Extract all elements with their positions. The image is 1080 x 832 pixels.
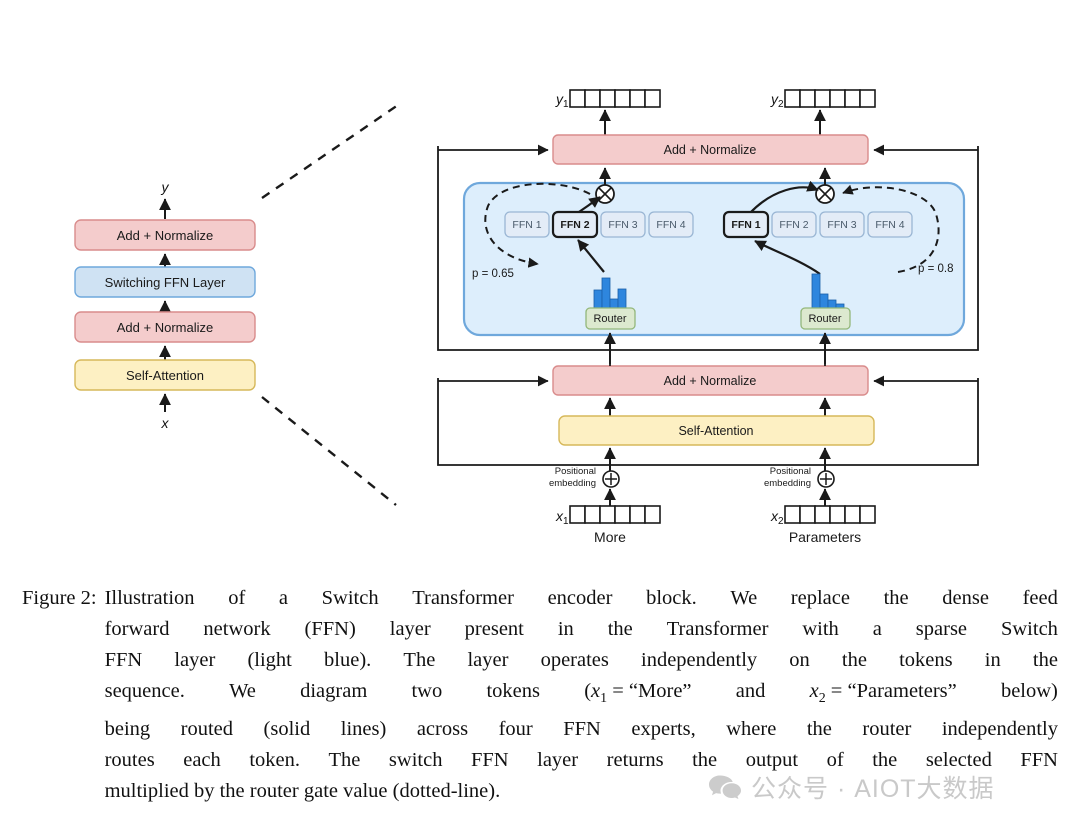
expert-right-ffn-4-label: FFN 4	[875, 219, 904, 231]
multiply-node-right	[815, 184, 835, 204]
positional-embedding-right-line2: embedding	[764, 478, 811, 489]
caption-line-7: multiplied by the router gate value (dot…	[104, 780, 501, 803]
figure-caption-body: Illustration of a Switch Transformer encoder b…	[97, 583, 1058, 807]
zoom-guide-line-top	[261, 104, 399, 199]
expert-right-ffn-2-label: FFN 2	[779, 219, 808, 231]
input-token-x1-word: More	[594, 529, 626, 545]
figure-2-illustration: y Add + Normalize Switching FFN Layer Ad…	[0, 0, 1080, 575]
switch-transformer-diagram: y Add + Normalize Switching FFN Layer Ad…	[74, 89, 979, 545]
output-token-y1: y1	[555, 89, 661, 110]
input-token-x1-label: x1	[555, 508, 569, 527]
left-input-label: x	[161, 415, 170, 431]
input-token-x2-word: Parameters	[789, 529, 861, 545]
caption-line-2: forward network (FFN) layer present in the Tran…	[104, 618, 1058, 640]
output-token-y1-label: y1	[555, 91, 569, 110]
expert-left-ffn-1-label: FFN 1	[512, 219, 541, 231]
expert-left-ffn-2-label: FFN 2	[560, 219, 589, 231]
input-token-x2-label: x2	[770, 508, 784, 527]
output-token-y2: y2	[770, 89, 876, 110]
caption-line-5: being routed (solid lines) across four FFN expe…	[104, 718, 1058, 741]
right-encoder-detail: y1 y2 Add + Normalize p = 0.65 FFN 1 FFN…	[437, 89, 979, 545]
plus-circle-icon-left	[602, 470, 620, 488]
gate-value-right: p = 0.8	[918, 263, 954, 275]
positional-embedding-left-line2: embedding	[549, 478, 596, 489]
input-token-x1-cells	[569, 505, 661, 524]
input-token-x1: x1 More	[555, 505, 661, 545]
left-block-add-normalize-bottom-label: Add + Normalize	[117, 320, 213, 335]
input-token-x2-cells	[784, 505, 876, 524]
expert-left-ffn-3-label: FFN 3	[608, 219, 637, 231]
caption-line-6: routes each token. The switch FFN layer returns…	[104, 749, 1058, 772]
positional-embedding-right-line1: Positional	[770, 466, 811, 477]
left-output-label: y	[161, 179, 170, 195]
left-block-add-normalize-top-label: Add + Normalize	[117, 228, 213, 243]
figure-caption: Figure 2: Illustration of a Switch Transform…	[22, 583, 1058, 807]
right-block-add-normalize-top-label: Add + Normalize	[664, 143, 757, 157]
output-token-y1-cells	[569, 89, 661, 108]
positional-embedding-right: Positional embedding	[764, 466, 835, 489]
left-block-self-attention-label: Self-Attention	[126, 368, 204, 383]
zoom-guide-line-bottom	[261, 396, 397, 506]
positional-embedding-left: Positional embedding	[549, 466, 620, 489]
plus-circle-icon-right	[817, 470, 835, 488]
expert-right-ffn-1-label: FFN 1	[731, 219, 760, 231]
router-right-label: Router	[808, 313, 841, 325]
output-token-y2-cells	[784, 89, 876, 108]
right-block-add-normalize-bottom-label: Add + Normalize	[664, 374, 757, 388]
expert-right-ffn-3-label: FFN 3	[827, 219, 856, 231]
left-encoder-block: y Add + Normalize Switching FFN Layer Ad…	[74, 179, 256, 431]
input-token-x2: x2 Parameters	[770, 505, 876, 545]
multiply-node-left	[595, 184, 615, 204]
figure-caption-label: Figure 2:	[22, 587, 97, 609]
caption-line-3: FFN layer (light blue). The layer operates inde…	[104, 649, 1058, 671]
caption-line-4: sequence. We diagram two tokens (x1 = “More” a…	[104, 680, 1058, 707]
right-block-self-attention-label: Self-Attention	[678, 424, 753, 438]
switch-ffn-layer-container	[462, 181, 966, 337]
left-block-switching-ffn-layer-label: Switching FFN Layer	[105, 275, 226, 290]
router-left-label: Router	[593, 313, 626, 325]
output-token-y2-label: y2	[770, 91, 784, 110]
gate-value-left: p = 0.65	[472, 268, 514, 280]
expert-left-ffn-4-label: FFN 4	[656, 219, 685, 231]
caption-line-1: Illustration of a Switch Transformer encoder b…	[104, 587, 1058, 609]
positional-embedding-left-line1: Positional	[555, 466, 596, 477]
